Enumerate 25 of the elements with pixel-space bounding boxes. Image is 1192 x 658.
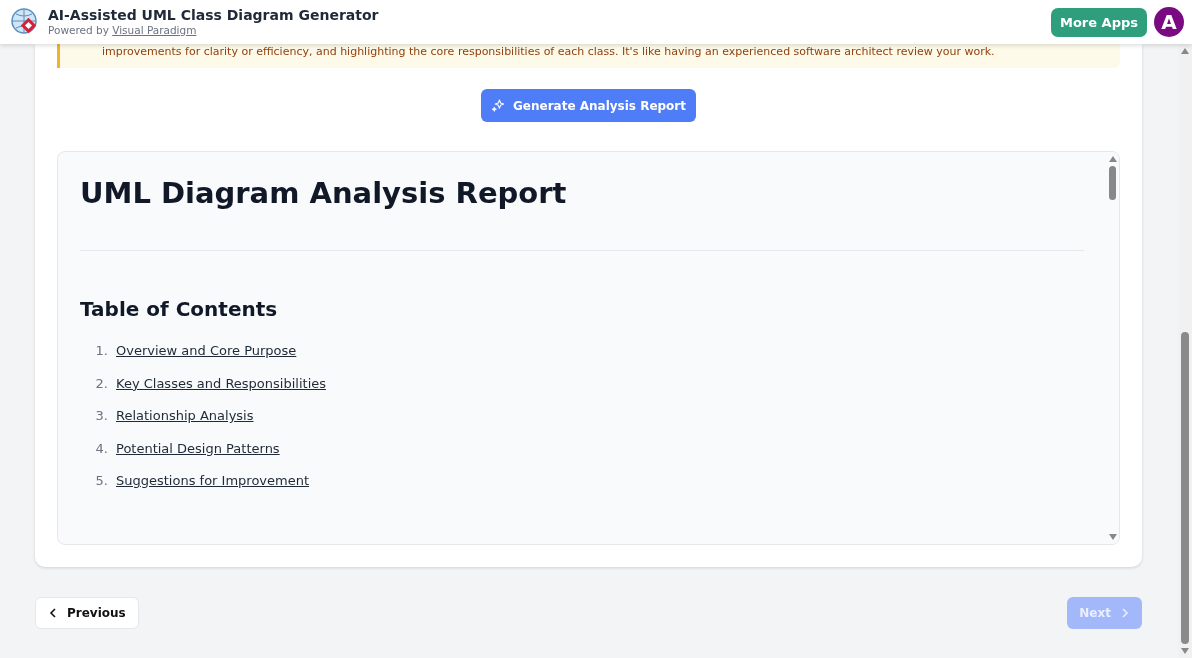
chevron-left-icon (48, 608, 58, 618)
generate-report-button[interactable]: Generate Analysis Report (480, 89, 696, 122)
toc-link[interactable]: Potential Design Patterns (116, 440, 280, 473)
list-number: 3. (94, 408, 108, 425)
report-title: UML Diagram Analysis Report (80, 176, 568, 210)
chevron-right-icon (1120, 608, 1130, 618)
list-number: 1. (94, 343, 108, 360)
notice-text: improvements for clarity or efficiency, and highlighting the core responsibilities of each class. It's like having an experienced software architect review your work. (57, 44, 1120, 68)
list-number: 5. (94, 473, 108, 490)
page-scrollbar[interactable] (1178, 44, 1192, 658)
powered-by-text: Powered by (48, 24, 109, 36)
list-number: 4. (94, 440, 108, 458)
globe-logo-icon (11, 8, 39, 36)
sparkle-icon (490, 98, 506, 113)
app-title: AI-Assisted UML Class Diagram Generator (48, 7, 379, 24)
visual-paradigm-link[interactable]: Visual Paradigm (112, 24, 197, 36)
toc-link[interactable]: Overview and Core Purpose (116, 343, 297, 376)
user-avatar[interactable]: A (1154, 7, 1184, 37)
toc-link[interactable]: Suggestions for Improvement (116, 473, 310, 506)
toc-link[interactable]: Relationship Analysis (116, 408, 254, 441)
toc-heading: Table of Contents (80, 297, 279, 321)
toc-link[interactable]: Key Classes and Responsibilities (116, 375, 326, 408)
report-scrollbar[interactable] (1106, 152, 1119, 544)
previous-button[interactable]: Previous (35, 597, 139, 629)
list-number: 2. (94, 375, 108, 393)
